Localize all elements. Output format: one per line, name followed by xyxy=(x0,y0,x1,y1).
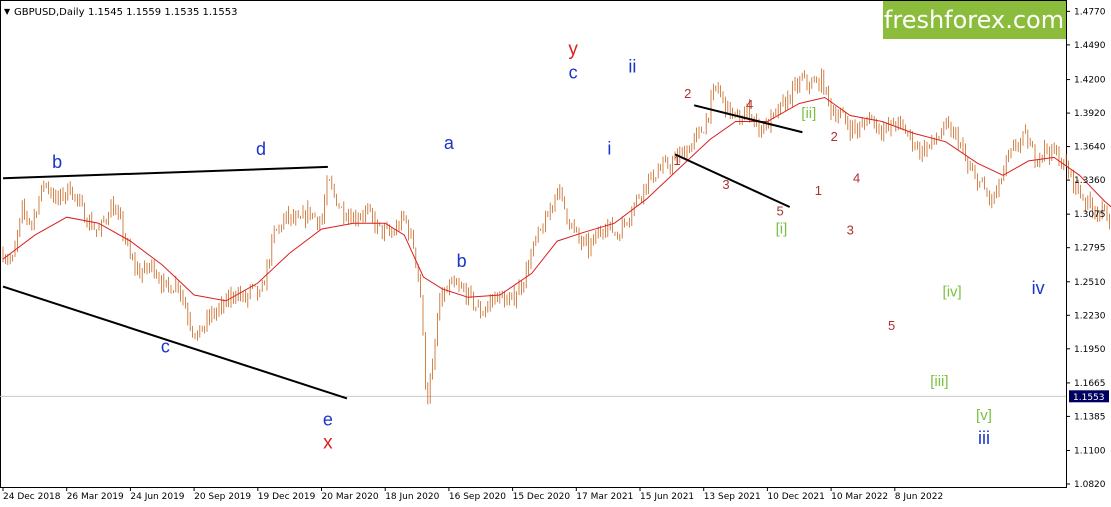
y-tick-label: 1.3360 xyxy=(1074,176,1106,186)
x-tick-label: 15 Jun 2021 xyxy=(640,492,694,502)
x-tick-label: 20 Sep 2019 xyxy=(194,492,251,502)
x-tick-label: 8 Jun 2022 xyxy=(895,492,943,502)
x-tick-label: 19 Dec 2019 xyxy=(258,492,316,502)
x-tick-label: 10 Mar 2022 xyxy=(831,492,888,502)
y-tick-label: 1.4770 xyxy=(1074,7,1106,17)
chart-root: b d c e x a b y c ii i 2 4 1 3 5 [i] [ii] 2 1 4 3 5 [iv] [iii] [v… xyxy=(0,0,1111,507)
logo-text: freshforex.com xyxy=(884,6,1064,34)
y-tick-label: 1.1950 xyxy=(1074,345,1106,355)
y-tick-label: 1.3640 xyxy=(1074,143,1106,153)
x-tick-label: 17 Mar 2021 xyxy=(576,492,633,502)
y-tick-label: 1.1385 xyxy=(1074,412,1106,422)
y-tick-label: 1.4490 xyxy=(1074,41,1106,51)
wave-label: 2 xyxy=(831,129,838,144)
wave-label: 5 xyxy=(888,318,895,333)
wave-label: [ii] xyxy=(801,105,816,122)
wave-label: y xyxy=(568,39,578,60)
wave-label: 1 xyxy=(673,153,680,168)
wave-label: [iv] xyxy=(943,284,962,301)
chart-background xyxy=(0,0,1111,507)
wave-label: [iii] xyxy=(930,373,948,390)
wave-label: [v] xyxy=(976,407,992,424)
x-tick-label: 15 Dec 2020 xyxy=(513,492,571,502)
y-tick-label: 1.3075 xyxy=(1074,210,1106,220)
wave-label: e xyxy=(323,409,333,429)
wave-label: d xyxy=(256,139,266,159)
y-tick-label: 1.2795 xyxy=(1074,244,1106,254)
wave-label: 2 xyxy=(684,86,691,101)
x-tick-label: 24 Dec 2018 xyxy=(3,492,61,502)
current-price-label: 1.1553 xyxy=(1073,393,1105,403)
x-tick-label: 20 Mar 2020 xyxy=(322,492,379,502)
y-tick-label: 1.2510 xyxy=(1074,278,1106,288)
wave-label: iv xyxy=(1032,278,1045,298)
wave-label: 4 xyxy=(746,97,753,112)
wave-label: c xyxy=(161,336,170,356)
wave-label: iii xyxy=(978,428,990,448)
header-arrow-icon[interactable]: ▼ xyxy=(4,7,11,16)
y-tick-label: 1.4200 xyxy=(1074,76,1106,86)
header-symbol: GBPUSD,Daily xyxy=(14,7,85,18)
wave-label: b xyxy=(52,152,62,172)
wave-label: ii xyxy=(628,56,636,76)
wave-label: [i] xyxy=(776,220,788,237)
wave-label: 3 xyxy=(847,223,854,238)
wave-label: 3 xyxy=(722,177,729,192)
wave-label: a xyxy=(444,133,455,153)
x-tick-label: 10 Dec 2021 xyxy=(767,492,825,502)
wave-label: 4 xyxy=(853,170,860,185)
x-tick-label: 16 Sep 2020 xyxy=(449,492,506,502)
wave-label: b xyxy=(457,251,467,271)
y-tick-label: 1.1665 xyxy=(1074,379,1106,389)
price-chart: bdcexabyc iii24135[i][ii]21435[iv][iii][v… xyxy=(0,0,1111,507)
wave-label: i xyxy=(607,138,611,158)
wave-label: x xyxy=(323,433,333,454)
x-tick-label: 18 Jun 2020 xyxy=(385,492,439,502)
y-tick-label: 1.1100 xyxy=(1074,446,1106,456)
x-tick-label: 24 Jun 2019 xyxy=(130,492,184,502)
wave-label: 5 xyxy=(777,203,784,218)
x-tick-label: 13 Sep 2021 xyxy=(704,492,761,502)
current-price-marker: 1.1553 xyxy=(1069,390,1109,403)
header-quote: 1.1545 1.1559 1.1535 1.1553 xyxy=(88,7,238,18)
y-tick-label: 1.2230 xyxy=(1074,311,1106,321)
y-tick-label: 1.0820 xyxy=(1074,480,1106,490)
wave-label: c xyxy=(569,62,578,82)
freshforex-logo: freshforex.com xyxy=(883,1,1066,39)
y-tick-label: 1.3920 xyxy=(1074,109,1106,119)
wave-label: 1 xyxy=(815,183,822,198)
x-tick-label: 26 Mar 2019 xyxy=(67,492,124,502)
